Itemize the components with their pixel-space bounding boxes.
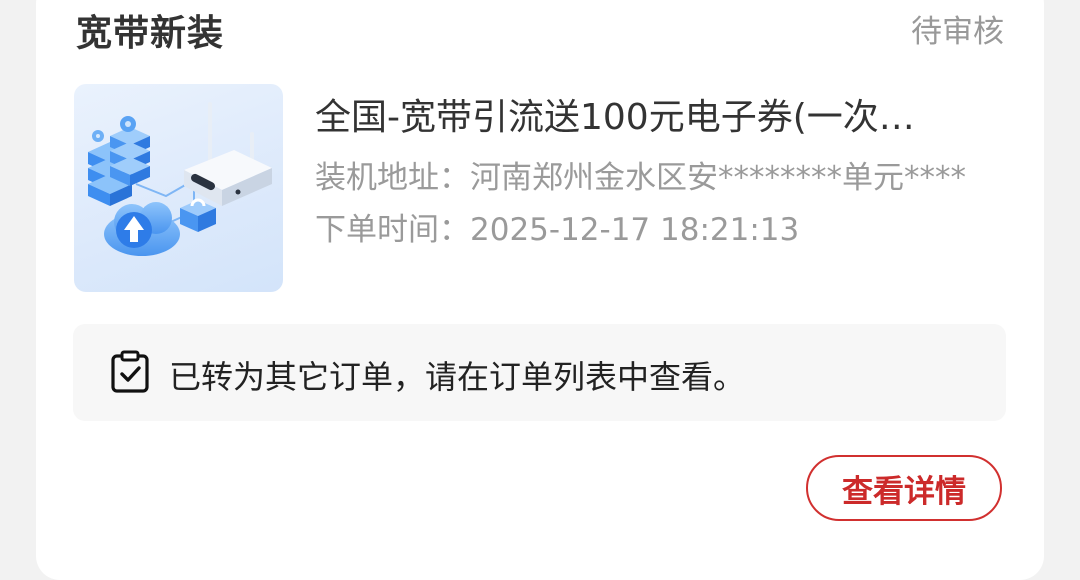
order-time-label: 下单时间： bbox=[315, 212, 470, 248]
order-status-badge: 待审核 bbox=[911, 14, 1004, 50]
product-name[interactable]: 全国-宽带引流送100元电子券(一次… bbox=[315, 88, 1005, 140]
notice-text: 已转为其它订单，请在订单列表中查看。 bbox=[169, 358, 746, 396]
order-time-value: 2025-12-17 18:21:13 bbox=[470, 212, 800, 248]
install-address-value: 河南郑州金水区安********单元**** bbox=[470, 160, 966, 196]
order-notice-box: 已转为其它订单，请在订单列表中查看。 bbox=[73, 324, 1006, 421]
install-address-label: 装机地址： bbox=[315, 160, 470, 196]
order-time-row: 下单时间：2025-12-17 18:21:13 bbox=[315, 204, 799, 249]
view-details-button[interactable]: 查看详情 bbox=[806, 455, 1002, 521]
broadband-router-illustration bbox=[88, 102, 272, 256]
order-type-title: 宽带新装 bbox=[76, 13, 225, 54]
product-thumbnail[interactable] bbox=[74, 84, 283, 292]
install-address-row: 装机地址：河南郑州金水区安********单元**** bbox=[315, 152, 966, 197]
clipboard-check-icon bbox=[111, 350, 149, 393]
